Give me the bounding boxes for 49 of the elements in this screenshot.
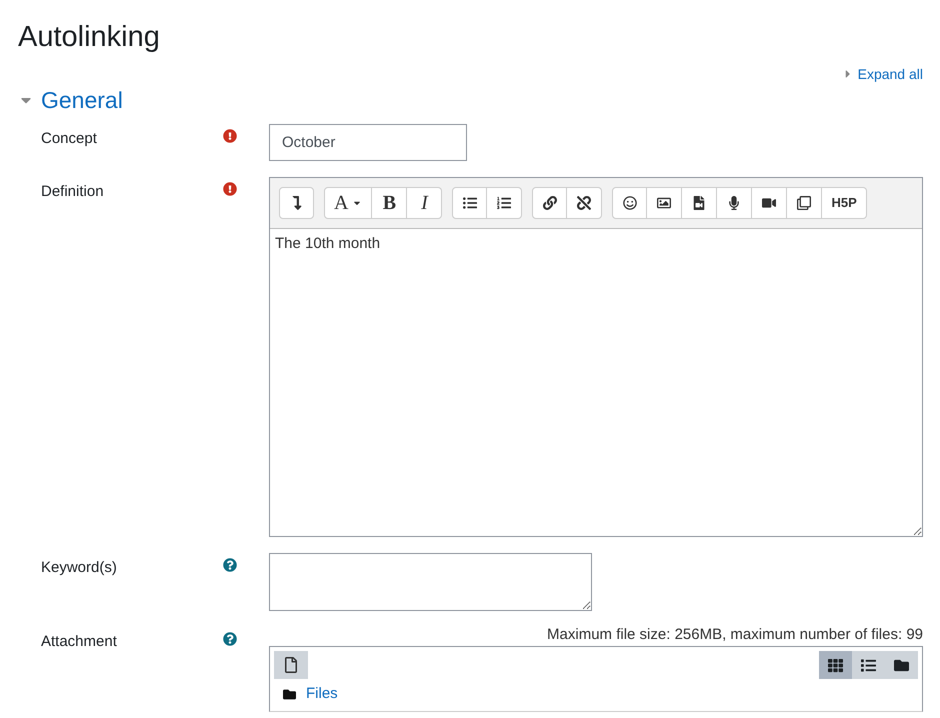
toolbar-button[interactable]: A: [324, 187, 372, 219]
expand-all-link[interactable]: Expand all: [858, 64, 923, 84]
toolbar-button[interactable]: [717, 187, 752, 219]
toolbar-button[interactable]: [279, 187, 314, 219]
numbered-list-icon: [497, 196, 512, 210]
bullet-list-icon: [462, 196, 477, 210]
help-icon[interactable]: [223, 632, 237, 646]
page-title: Autolinking: [18, 20, 161, 55]
toolbar-button[interactable]: [787, 187, 822, 219]
grid-view-icon: [828, 658, 843, 672]
view-toggle[interactable]: [819, 651, 852, 679]
folder-link[interactable]: Files: [306, 683, 338, 706]
toolbar-button[interactable]: [567, 187, 602, 219]
section-title[interactable]: General: [41, 85, 123, 115]
field-label: Keyword(s): [41, 559, 117, 576]
toolbar-button[interactable]: [752, 187, 788, 219]
rich-text-editor[interactable]: A B I H5P The 10th month: [269, 177, 923, 537]
image-icon: [657, 196, 672, 210]
file-icon: [284, 657, 298, 673]
toolbar-button[interactable]: [682, 187, 718, 219]
toolbar-button[interactable]: [612, 187, 648, 219]
toolbar-button[interactable]: [452, 187, 488, 219]
file-limit-note: Maximum file size: 256MB, maximum number of files: 99: [547, 625, 923, 645]
toolbar-button[interactable]: I: [407, 187, 442, 219]
folder-icon: [894, 658, 909, 672]
add-file-button[interactable]: [274, 651, 308, 679]
toolbar-button[interactable]: B: [372, 187, 408, 219]
help-icon[interactable]: [223, 558, 237, 572]
video-camera-icon: [762, 196, 776, 210]
field-label: Definition: [41, 183, 104, 200]
folder-icon: [283, 688, 296, 701]
text-field[interactable]: October: [269, 124, 467, 161]
field-label: Concept: [41, 130, 97, 147]
toolbar-button[interactable]: H5P: [822, 187, 867, 219]
field-label: Attachment: [41, 633, 117, 650]
link-icon: [542, 196, 557, 210]
text-area[interactable]: [269, 553, 592, 611]
copy-icon: [797, 196, 812, 210]
broken-link-icon: [577, 196, 592, 210]
microphone-icon: [727, 196, 742, 210]
font-letter: A: [334, 191, 348, 216]
toolbar-button[interactable]: [647, 187, 682, 219]
caret-icon: [844, 68, 852, 80]
toolbar-button[interactable]: [532, 187, 568, 219]
toolbar-button[interactable]: [487, 187, 522, 219]
media-file-icon: [692, 196, 706, 210]
list-view-icon: [861, 658, 876, 672]
smiley-icon: [622, 196, 637, 210]
down-arrow-icon: [290, 196, 304, 210]
